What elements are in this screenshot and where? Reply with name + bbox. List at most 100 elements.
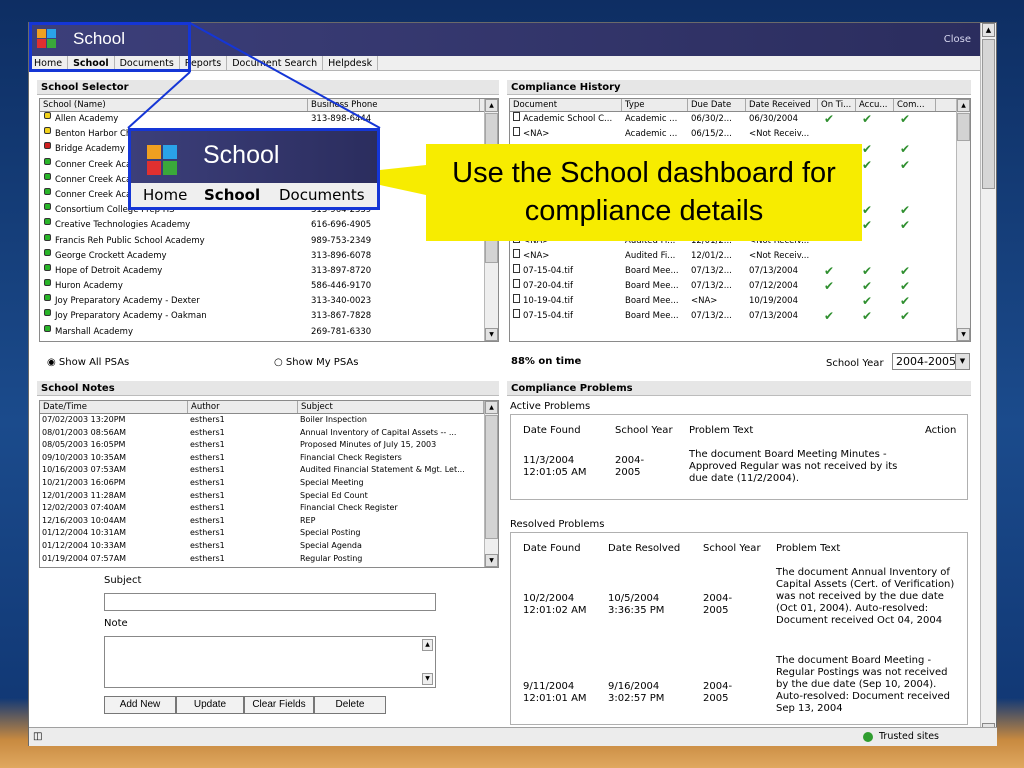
history-row[interactable]: 07-15-04.tif Board Mee... 07/13/2... 07/13/…: [510, 263, 970, 279]
school-row[interactable]: George Crockett Academy 313-896-6078: [40, 248, 498, 264]
compliance-history-header: Document Type Due Date Date Received On Ti..…: [510, 99, 970, 112]
history-row[interactable]: <NA> Academic ... 06/15/2... <Not Receiv...: [510, 127, 970, 142]
col-4[interactable]: On Ti...: [818, 99, 856, 111]
resolved-school-year: 2004- 2005: [703, 681, 733, 704]
col-problem-text: Problem Text: [776, 543, 841, 554]
school-row[interactable]: Hope of Detroit Academy 313-897-8720: [40, 263, 498, 279]
status-dot-icon: [44, 248, 51, 256]
checkmark-icon: ✔: [900, 279, 911, 294]
col-business-phone[interactable]: Business Phone: [308, 99, 480, 111]
note-row[interactable]: 01/12/2004 10:31AM esthers1 Special Postin…: [40, 527, 498, 540]
scroll-up-icon[interactable]: ▲: [982, 23, 995, 37]
col-subject[interactable]: Subject: [298, 401, 484, 413]
status-dot-icon: [44, 218, 51, 226]
note-date-cell: 12/02/2003 07:40AM: [42, 503, 127, 513]
school-notes-scrollbar[interactable]: ▲ ▼: [484, 401, 498, 567]
col-school-name[interactable]: School (Name): [40, 99, 308, 111]
complete-cell: ✔: [894, 264, 936, 279]
scroll-down-icon[interactable]: ▼: [485, 554, 498, 567]
document-icon: [513, 294, 520, 304]
note-row[interactable]: 10/16/2003 07:53AM esthers1 Audited Financ…: [40, 464, 498, 477]
school-selector-title: School Selector: [37, 80, 499, 95]
note-row[interactable]: 08/05/2003 16:05PM esthers1 Proposed Minut…: [40, 439, 498, 452]
note-row[interactable]: 10/21/2003 16:06PM esthers1 Special Meetin…: [40, 477, 498, 490]
note-author-cell: esthers1: [190, 477, 225, 487]
on-time-cell: ✔: [818, 112, 856, 127]
note-row[interactable]: 07/02/2003 13:20PM esthers1 Boiler Inspect…: [40, 414, 498, 427]
scroll-up-icon[interactable]: ▲: [485, 99, 498, 112]
school-row[interactable]: Allen Academy 313-898-6444: [40, 112, 498, 127]
col-2[interactable]: Due Date: [688, 99, 746, 111]
note-label: Note: [104, 618, 128, 629]
tab-document-search[interactable]: Document Search: [227, 56, 324, 71]
type-cell: Audited Fi...: [625, 250, 676, 261]
scroll-down-icon[interactable]: ▼: [485, 328, 498, 341]
history-row[interactable]: 07-15-04.tif Board Mee... 07/13/2... 07/13/…: [510, 309, 970, 324]
scroll-up-icon[interactable]: ▲: [485, 401, 498, 414]
note-row[interactable]: 09/10/2003 10:35AM esthers1 Financial Chec…: [40, 452, 498, 465]
filter-all-radio[interactable]: ◉ Show All PSAs: [47, 357, 129, 368]
add-new-button[interactable]: Add New: [104, 696, 176, 714]
note-row[interactable]: 12/02/2003 07:40AM esthers1 Financial Chec…: [40, 502, 498, 515]
scroll-down-icon[interactable]: ▼: [422, 673, 433, 685]
col-datetime[interactable]: Date/Time: [40, 401, 188, 413]
status-dot-icon: [44, 294, 51, 302]
scroll-thumb[interactable]: [982, 39, 995, 189]
document-cell: 07-15-04.tif: [510, 263, 622, 279]
history-row[interactable]: Academic School C... Academic ... 06/30/2.…: [510, 112, 970, 127]
browser-statusbar: ◫ Trusted sites: [29, 727, 997, 746]
school-row[interactable]: Huron Academy 586-446-9170: [40, 279, 498, 294]
chevron-down-icon[interactable]: ▼: [955, 354, 969, 369]
note-date-cell: 08/01/2003 08:56AM: [42, 427, 127, 437]
col-5[interactable]: Accu...: [856, 99, 894, 111]
history-row[interactable]: <NA>Audited Fi... 12/01/2... <Not Receiv..…: [510, 248, 970, 264]
col-6[interactable]: Com...: [894, 99, 936, 111]
scroll-thumb[interactable]: [957, 113, 970, 141]
school-row[interactable]: Joy Preparatory Academy - Oakman 313-867-…: [40, 309, 498, 324]
col-3[interactable]: Date Received: [746, 99, 818, 111]
note-subject-cell: Financial Check Registers: [300, 452, 402, 462]
tab-helpdesk[interactable]: Helpdesk: [323, 56, 379, 71]
scroll-up-icon[interactable]: ▲: [957, 99, 970, 112]
school-notes-title: School Notes: [37, 381, 499, 396]
note-row[interactable]: 08/01/2003 08:56AM esthers1 Annual Invento…: [40, 427, 498, 440]
school-row[interactable]: Marshall Academy 269-781-6330: [40, 324, 498, 340]
type-cell: Board Mee...: [625, 281, 679, 292]
checkmark-icon: ✔: [900, 112, 911, 126]
note-row[interactable]: 12/01/2003 11:28AM esthers1 Special Ed Cou…: [40, 490, 498, 503]
school-row[interactable]: Joy Preparatory Academy - Dexter 313-340-…: [40, 294, 498, 309]
note-author-cell: esthers1: [190, 528, 225, 538]
filter-mine-radio[interactable]: ○ Show My PSAs: [274, 357, 358, 368]
document-cell: <NA>: [510, 248, 622, 264]
school-year-select[interactable]: 2004-2005 ▼: [892, 353, 970, 370]
update-button[interactable]: Update: [176, 696, 244, 714]
zoom-tab-documents: Documents: [279, 186, 365, 204]
note-author-cell: esthers1: [190, 415, 225, 424]
history-row[interactable]: 10-19-04.tif Board Mee... <NA> 10/19/2004 ✔ ✔: [510, 294, 970, 309]
checkmark-icon: ✔: [900, 203, 911, 218]
school-name-cell: Allen Academy: [40, 112, 308, 127]
col-1[interactable]: Type: [622, 99, 688, 111]
note-textarea[interactable]: ▲ ▼: [104, 636, 436, 688]
clear-fields-button[interactable]: Clear Fields: [244, 696, 314, 714]
subject-input[interactable]: [104, 593, 436, 611]
scroll-thumb[interactable]: [485, 415, 498, 539]
due-date-cell: 07/13/2...: [691, 311, 732, 322]
status-dot-icon: [44, 263, 51, 271]
window-scrollbar[interactable]: ▲ ▼: [980, 23, 996, 737]
delete-button[interactable]: Delete: [314, 696, 386, 714]
scroll-up-icon[interactable]: ▲: [422, 639, 433, 651]
col-0[interactable]: Document: [510, 99, 622, 111]
note-row[interactable]: 01/19/2004 07:57AM esthers1 Regular Postin…: [40, 553, 498, 566]
note-subject-cell: Special Ed Count: [300, 490, 368, 500]
resolved-school-year: 2004- 2005: [703, 593, 733, 616]
close-link[interactable]: Close: [944, 34, 971, 45]
note-row[interactable]: 01/12/2004 10:33AM esthers1 Special Agenda: [40, 540, 498, 553]
scroll-down-icon[interactable]: ▼: [957, 328, 970, 341]
school-notes-grid[interactable]: Date/Time Author Subject 07/02/2003 13:20P…: [39, 400, 499, 568]
col-author[interactable]: Author: [188, 401, 298, 413]
note-row[interactable]: 12/16/2003 10:04AM esthers1 REP: [40, 515, 498, 528]
compliance-history-scrollbar[interactable]: ▲ ▼: [956, 99, 970, 341]
history-row[interactable]: 07-20-04.tif Board Mee... 07/13/2... 07/12/…: [510, 279, 970, 294]
active-problem-text: The document Board Meeting Minutes - App…: [689, 449, 898, 484]
